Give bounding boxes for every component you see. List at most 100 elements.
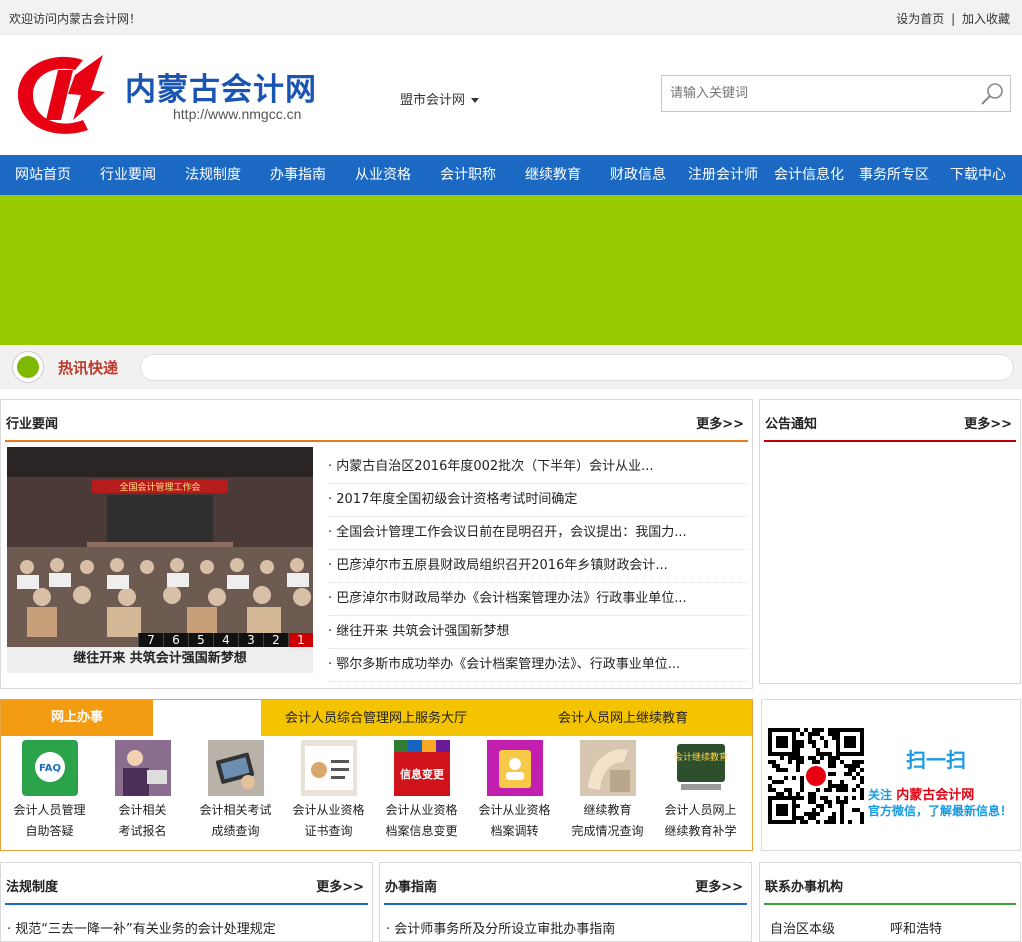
contact-header: 联系办事机构 [764,863,1016,905]
service-label-line2: 档案信息变更 [385,824,458,838]
nav-finance-info[interactable]: 财政信息 [610,155,666,195]
hot-news-ticker[interactable] [140,354,1014,381]
industry-news-header: 行业要闻 更多>> [5,400,748,442]
nav-titles[interactable]: 会计职称 [440,155,496,195]
service-label-line1: 会计人员网上 [664,803,737,817]
notice-more-link[interactable]: 更多>> [964,413,1012,432]
education-status-photo-icon [579,740,636,796]
industry-news-more-link[interactable]: 更多>> [696,413,744,432]
search-input[interactable] [662,76,972,111]
news-item[interactable]: · 继往开来 共筑会计强国新梦想 [328,616,748,649]
slide-caption[interactable]: 继往开来 共筑会计强国新梦想 [7,647,313,673]
news-item[interactable]: · 巴彦淖尔市五原县财政局组织召开2016年乡镇财政会计... [328,550,748,583]
service-label-line1: 会计从业资格 [478,803,551,817]
service-online-education[interactable]: 会计继续教育 会计人员网上 继续教育补学 [654,740,747,842]
search-box [661,75,1011,112]
nav-continuing-education[interactable]: 继续教育 [525,155,581,195]
nav-downloads[interactable]: 下载中心 [950,155,1006,195]
tab-service-hall[interactable]: 会计人员综合管理网上服务大厅 [285,700,467,736]
service-certificate-query[interactable]: 会计从业资格 证书查询 [282,740,375,842]
online-services-panel: 网上办事 会计人员综合管理网上服务大厅 会计人员网上继续教育 FAQ 会计人员管… [0,699,753,851]
faq-badge: FAQ [39,763,61,774]
online-education-badge: 会计继续教育 [673,751,727,763]
set-home-link[interactable]: 设为首页 [896,12,944,26]
list-item[interactable]: · 会计师事务所及分所设立审批办事指南 [386,918,615,937]
contact-title: 联系办事机构 [765,880,844,895]
conference-photo: 全国会计管理工作会 [7,447,313,647]
slideshow-pager: 7 6 5 4 3 2 1 [138,633,313,648]
tab-online-education[interactable]: 会计人员网上继续教育 [558,700,688,736]
search-icon[interactable] [978,80,1006,108]
slide-banner-text: 全国会计管理工作会 [119,481,200,493]
industry-news-panel: 行业要闻 更多>> 全国会计管理工作会 7 6 5 4 3 2 1 继往开来 共… [0,399,753,689]
slide-page-4[interactable]: 4 [213,633,238,648]
nav-firm-zone[interactable]: 事务所专区 [859,155,929,195]
online-education-icon: 会计继续教育 [672,740,729,796]
regulations-panel: 法规制度 更多>> · 规范“三去一降一补”有关业务的会计处理规定 [0,862,373,942]
slide-page-5[interactable]: 5 [188,633,213,648]
guide-more-link[interactable]: 更多>> [695,876,743,895]
notice-title: 公告通知 [765,417,818,432]
nav-home[interactable]: 网站首页 [15,155,71,195]
hot-news-bar: 热讯快递 [0,345,1022,389]
file-transfer-icon [486,740,543,796]
service-info-change[interactable]: 信息变更 会计从业资格 档案信息变更 [375,740,468,842]
service-score-query[interactable]: 会计相关考试 成绩查询 [189,740,282,842]
service-education-status[interactable]: 继续教育 完成情况查询 [561,740,654,842]
welcome-text: 欢迎访问内蒙古会计网！ [9,12,142,26]
nav-cpa[interactable]: 注册会计师 [688,155,758,195]
regulations-more-link[interactable]: 更多>> [316,876,364,895]
regulations-header: 法规制度 更多>> [5,863,368,905]
news-item[interactable]: · 内蒙古自治区2016年度002批次（下半年）会计从业... [328,451,748,484]
notice-header: 公告通知 更多>> [764,400,1016,442]
slide-page-3[interactable]: 3 [238,633,263,648]
slide-page-1[interactable]: 1 [288,633,313,648]
service-file-transfer[interactable]: 会计从业资格 档案调转 [468,740,561,842]
follow-description: 官方微信，了解最新信息！ [868,804,1013,818]
contact-panel: 联系办事机构 自治区本级 呼和浩特 [759,862,1021,942]
online-services-tabs: 网上办事 会计人员综合管理网上服务大厅 会计人员网上继续教育 [1,700,752,736]
tab-online-services[interactable]: 网上办事 [1,700,153,736]
add-favorite-link[interactable]: 加入收藏 [962,12,1010,26]
news-item[interactable]: · 2017年度全国初级会计资格考试时间确定 [328,484,748,517]
logo-url: http://www.nmgcc.cn [173,106,302,122]
service-label-line1: 会计从业资格 [385,803,458,817]
slide-page-2[interactable]: 2 [263,633,288,648]
city-selector[interactable]: 盟市会计网 [400,89,480,108]
slide-page-6[interactable]: 6 [163,633,188,648]
banner [0,195,1022,345]
news-slideshow[interactable]: 全国会计管理工作会 7 6 5 4 3 2 1 继往开来 共筑会计强国新梦想 [7,447,313,673]
logo-mark-icon [18,55,105,134]
main-nav: 网站首页 行业要闻 法规制度 办事指南 从业资格 会计职称 继续教育 财政信息 … [0,155,1022,195]
industry-news-list: · 内蒙古自治区2016年度002批次（下半年）会计从业... · 2017年度… [328,451,748,682]
city-selector-label: 盟市会计网 [400,93,466,108]
service-label-line2: 成绩查询 [211,824,260,838]
guide-title: 办事指南 [385,880,438,895]
news-item[interactable]: · 鄂尔多斯市成功举办《会计档案管理办法》、行政事业单位... [328,649,748,682]
follow-line: 关注 内蒙古会计网 [868,784,974,803]
service-label-line2: 档案调转 [490,824,539,838]
service-label-line1: 会计人员管理 [13,803,86,817]
nav-guide[interactable]: 办事指南 [270,155,326,195]
news-item[interactable]: · 全国会计管理工作会议日前在昆明召开，会议提出：我国力... [328,517,748,550]
contact-region[interactable]: 呼和浩特 [890,918,942,937]
nav-qualification[interactable]: 从业资格 [355,155,411,195]
guide-header: 办事指南 更多>> [384,863,747,905]
service-label-line1: 会计相关 [118,803,167,817]
service-faq[interactable]: FAQ 会计人员管理 自助答疑 [3,740,96,842]
slide-page-7[interactable]: 7 [138,633,163,648]
follow-prefix: 关注 [868,788,893,802]
nav-industry-news[interactable]: 行业要闻 [100,155,156,195]
service-label-line1: 继续教育 [583,803,632,817]
service-exam-registration[interactable]: 会计相关 考试报名 [96,740,189,842]
nav-regulations[interactable]: 法规制度 [185,155,241,195]
nav-informatization[interactable]: 会计信息化 [774,155,844,195]
list-item[interactable]: · 规范“三去一降一补”有关业务的会计处理规定 [7,918,276,937]
contact-region[interactable]: 自治区本级 [770,918,835,937]
site-logo[interactable]: 内蒙古会计网 http://www.nmgcc.cn [13,50,323,142]
regulations-title: 法规制度 [6,880,59,895]
service-label-line2: 自助答疑 [25,824,74,838]
hot-news-title: 热讯快递 [58,359,119,377]
hot-news-dot-icon [12,351,44,383]
news-item[interactable]: · 巴彦淖尔市财政局举办《会计档案管理办法》行政事业单位... [328,583,748,616]
